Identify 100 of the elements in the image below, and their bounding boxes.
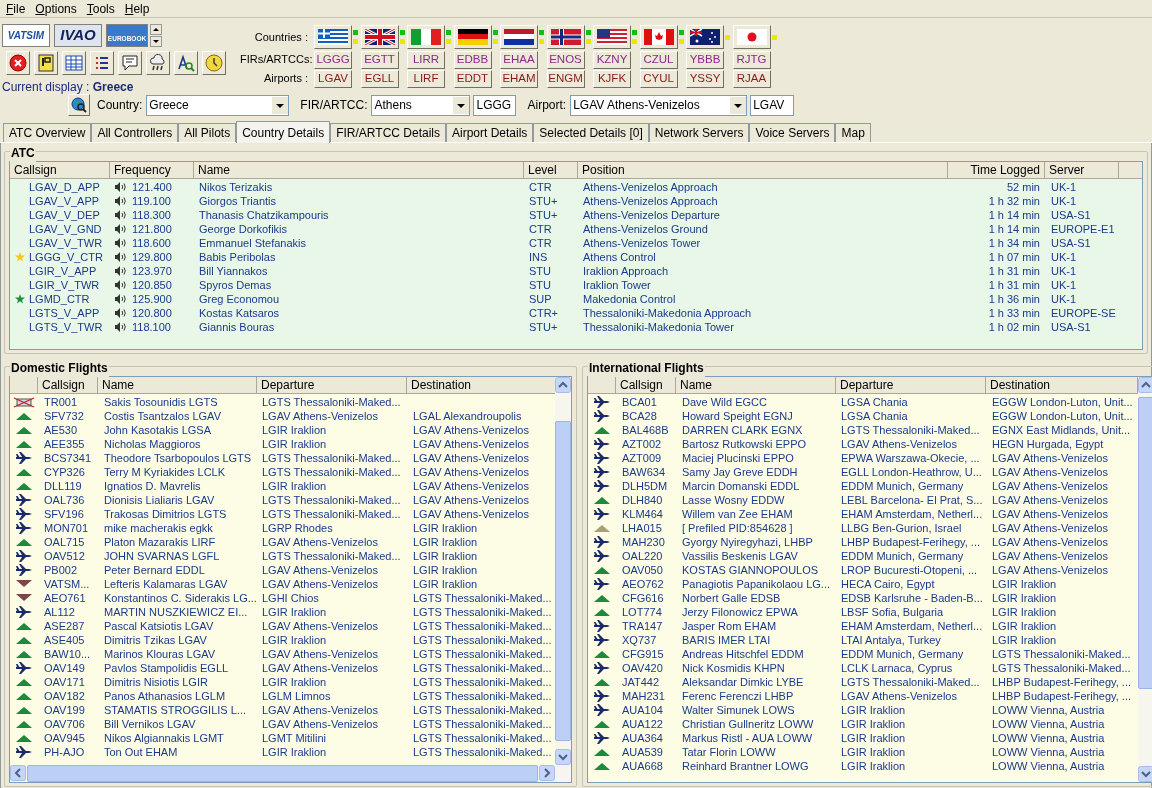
scroll-up-button[interactable] (555, 377, 571, 393)
input-field[interactable]: LGAV (750, 94, 795, 116)
scroll-up-button[interactable] (1138, 377, 1152, 393)
column-header[interactable]: Time Logged (948, 162, 1045, 179)
airport-button[interactable]: YSSY (686, 69, 724, 88)
fir-button[interactable]: YBBB (686, 50, 724, 69)
menu-item[interactable]: Help (119, 0, 155, 18)
flag-button[interactable] (500, 25, 538, 49)
airport-button[interactable]: LIRF (407, 69, 445, 88)
airport-button[interactable]: KJFK (593, 69, 631, 88)
tab[interactable]: Airport Details (446, 123, 534, 142)
name-cell-text: Nick Kosmidis KHPN (681, 661, 786, 676)
tab[interactable]: Map (835, 123, 871, 142)
speaker-icon[interactable] (114, 196, 128, 207)
dropdown[interactable]: Greece (146, 94, 290, 116)
airport-button[interactable]: RJAA (732, 69, 771, 88)
speaker-icon[interactable] (114, 182, 128, 193)
scroll-left-button[interactable] (10, 765, 26, 781)
callsign-cell-text: AUA539 (621, 745, 664, 760)
logo-button[interactable]: VATSIM (2, 24, 50, 47)
airport-button[interactable]: EGLL (360, 69, 399, 88)
logo-button[interactable]: IVAO (54, 24, 102, 47)
column-header[interactable]: Callsign (38, 377, 98, 394)
dropdown[interactable]: LGAV Athens-Venizelos (570, 94, 748, 116)
caret-icon[interactable] (272, 96, 289, 114)
globe-search-button[interactable] (68, 94, 90, 116)
flag-button[interactable] (453, 25, 492, 49)
tab[interactable]: Voice Servers (749, 123, 836, 142)
column-header[interactable]: Frequency (110, 162, 194, 179)
column-header[interactable]: Position (578, 162, 948, 179)
flag-button[interactable] (314, 25, 352, 49)
fir-button[interactable]: EGTT (360, 50, 399, 69)
speaker-icon[interactable] (114, 224, 128, 235)
fir-button[interactable]: CZUL (639, 50, 678, 69)
scroll-thumb[interactable] (1138, 397, 1152, 689)
airport-button[interactable]: CYUL (639, 69, 678, 88)
speaker-icon[interactable] (114, 308, 128, 319)
speaker-icon[interactable] (114, 266, 128, 277)
fir-button[interactable]: ENOS (546, 50, 585, 69)
scroll-right-button[interactable] (539, 765, 555, 781)
tab[interactable]: Selected Details [0] (533, 123, 649, 142)
note-button[interactable] (34, 51, 58, 75)
column-header[interactable]: Level (524, 162, 578, 179)
name-cell-text: Costis Tsantzalos LGAV (103, 409, 222, 424)
scrollbar[interactable] (1138, 377, 1152, 782)
fir-button[interactable]: LGGG (314, 50, 352, 69)
flag-button[interactable] (593, 25, 631, 49)
flag-button[interactable] (360, 25, 399, 49)
column-header[interactable]: Destination (407, 377, 555, 394)
speaker-icon[interactable] (114, 238, 128, 249)
speaker-icon[interactable] (114, 210, 128, 221)
speaker-icon[interactable] (114, 294, 128, 305)
column-header[interactable]: Name (676, 377, 836, 394)
column-header[interactable]: Departure (257, 377, 407, 394)
column-header[interactable]: Destination (986, 377, 1138, 394)
tab[interactable]: All Controllers (91, 123, 179, 142)
tab[interactable]: ATC Overview (3, 123, 92, 142)
speaker-icon[interactable] (114, 280, 128, 291)
scroll-down-button[interactable] (555, 749, 571, 765)
dropdown[interactable]: Athens (371, 94, 471, 116)
flag-button[interactable] (546, 25, 585, 49)
airport-button[interactable]: ENGM (546, 69, 585, 88)
tab[interactable]: Country Details (236, 121, 331, 143)
tab[interactable]: FIR/ARTCC Details (330, 123, 446, 142)
caret-icon[interactable] (730, 96, 747, 114)
column-header[interactable]: Name (194, 162, 524, 179)
tab[interactable]: All Pilots (178, 123, 237, 142)
flag-button[interactable] (686, 25, 724, 49)
stop-button[interactable] (6, 51, 30, 75)
menu-item[interactable]: File (1, 0, 31, 18)
message-button[interactable] (118, 51, 142, 75)
list-button[interactable] (90, 51, 114, 75)
airport-button[interactable]: EDDT (453, 69, 492, 88)
spin-control[interactable] (150, 24, 162, 47)
column-header[interactable]: Callsign (10, 162, 110, 179)
scrollbar[interactable] (555, 377, 571, 765)
column-header[interactable]: Name (98, 377, 257, 394)
clock-button[interactable] (202, 51, 226, 75)
tab[interactable]: Network Servers (648, 123, 750, 142)
column-header[interactable]: Departure (836, 377, 986, 394)
menu-item[interactable]: Options (30, 0, 82, 18)
speaker-icon[interactable] (114, 322, 128, 333)
table-button[interactable] (62, 51, 86, 75)
input-field[interactable]: LGGG (473, 94, 517, 116)
caret-icon[interactable] (453, 96, 470, 114)
fir-button[interactable]: EHAA (500, 50, 538, 69)
fir-button[interactable]: RJTG (732, 50, 771, 69)
scroll-thumb[interactable] (555, 421, 571, 741)
fir-button[interactable]: EDBB (453, 50, 492, 69)
menu-item[interactable]: Tools (81, 0, 120, 18)
scroll-down-button[interactable] (1138, 766, 1152, 782)
fir-button[interactable]: LIRR (407, 50, 445, 69)
find-button[interactable] (174, 51, 198, 75)
column-header[interactable]: Callsign (616, 377, 676, 394)
weather-button[interactable] (146, 51, 170, 75)
speaker-icon[interactable] (114, 252, 128, 263)
column-header[interactable]: Server (1045, 162, 1119, 179)
airport-button[interactable]: EHAM (500, 69, 538, 88)
airport-button[interactable]: LGAV (314, 69, 352, 88)
fir-button[interactable]: KZNY (593, 50, 631, 69)
